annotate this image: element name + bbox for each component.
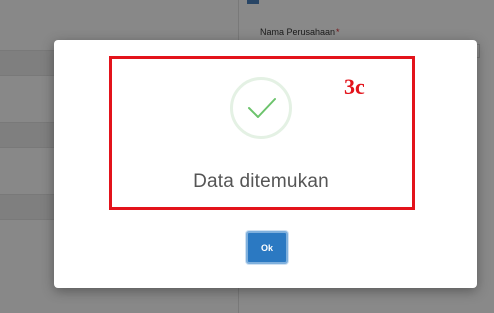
annotation-label: 3c <box>344 74 365 99</box>
annotation-box <box>109 56 415 210</box>
ok-button[interactable]: Ok <box>246 231 288 264</box>
